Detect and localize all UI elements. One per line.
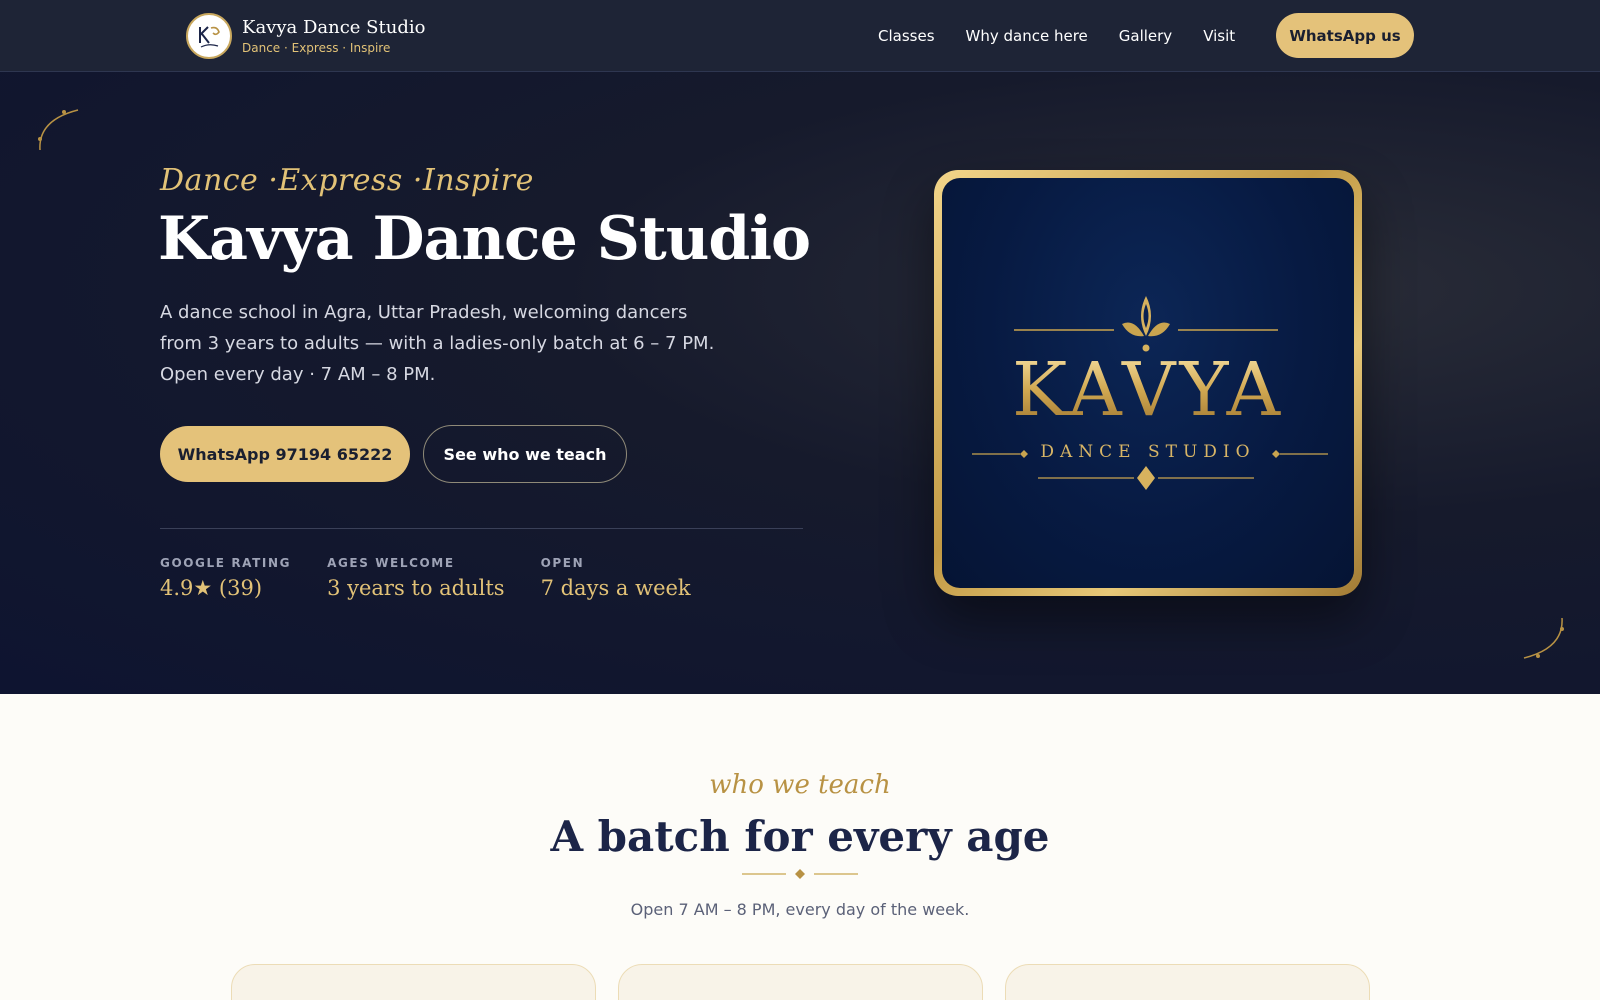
studio-logo-inner: KAVYA DANCE STUDIO <box>942 178 1354 588</box>
who-we-teach-section: who we teach A batch for every age Open … <box>0 694 1600 1000</box>
batch-card[interactable] <box>231 964 596 1000</box>
hero-section: Dance ·Express ·Inspire Kavya Dance Stud… <box>0 72 1600 694</box>
batch-card[interactable] <box>1005 964 1370 1000</box>
brand-text: Kavya Dance Studio Dance · Express · Ins… <box>242 17 425 56</box>
hero-stats: GOOGLE RATING 4.9★ (39) AGES WELCOME 3 y… <box>160 556 727 600</box>
section-title: A batch for every age <box>550 812 1050 861</box>
studio-logo-card: KAVYA DANCE STUDIO <box>934 170 1362 596</box>
diamond-divider-icon <box>742 869 858 879</box>
logo-wordmark: KAVYA <box>942 350 1354 430</box>
nav-why-dance-here[interactable]: Why dance here <box>966 27 1088 45</box>
stat-ages-welcome: AGES WELCOME 3 years to adults <box>327 556 505 600</box>
nav-visit[interactable]: Visit <box>1203 27 1235 45</box>
whatsapp-us-button[interactable]: WhatsApp us <box>1276 13 1414 58</box>
whatsapp-number-button[interactable]: WhatsApp 97194 65222 <box>160 426 410 482</box>
stat-value: 4.9★ (39) <box>160 576 263 600</box>
hero-script-tagline: Dance ·Express ·Inspire <box>160 163 534 198</box>
brand-name: Kavya Dance Studio <box>242 16 426 38</box>
brand-home-link[interactable]: Kavya Dance Studio Dance · Express · Ins… <box>186 13 425 59</box>
section-note: Open 7 AM – 8 PM, every day of the week. <box>630 900 970 919</box>
section-script-heading: who we teach <box>709 770 891 800</box>
swirl-ornament-icon <box>38 109 79 151</box>
nav-gallery[interactable]: Gallery <box>1119 27 1172 45</box>
brand-tagline: Dance · Express · Inspire <box>242 40 391 55</box>
stat-value: 3 years to adults <box>327 576 505 600</box>
site-header: Kavya Dance Studio Dance · Express · Ins… <box>0 0 1600 72</box>
hero-divider <box>160 528 803 529</box>
stat-label: GOOGLE RATING <box>160 556 292 570</box>
nav-classes[interactable]: Classes <box>878 27 935 45</box>
stat-value: 7 days a week <box>540 576 691 600</box>
swirl-ornament-icon <box>1523 617 1564 659</box>
see-who-we-teach-button[interactable]: See who we teach <box>423 425 627 483</box>
stat-label: OPEN <box>540 556 585 570</box>
stat-label: AGES WELCOME <box>327 556 455 570</box>
stat-google-rating: GOOGLE RATING 4.9★ (39) <box>160 556 291 600</box>
main-nav: Classes Why dance here Gallery Visit <box>878 0 1235 72</box>
brand-logo-icon <box>186 13 232 59</box>
hero-description: A dance school in Agra, Uttar Pradesh, w… <box>160 302 715 385</box>
batch-card[interactable] <box>618 964 983 1000</box>
stat-open: OPEN 7 days a week <box>541 556 691 600</box>
logo-subtitle: DANCE STUDIO <box>1040 442 1256 462</box>
hero-title: Kavya Dance Studio <box>158 204 811 274</box>
